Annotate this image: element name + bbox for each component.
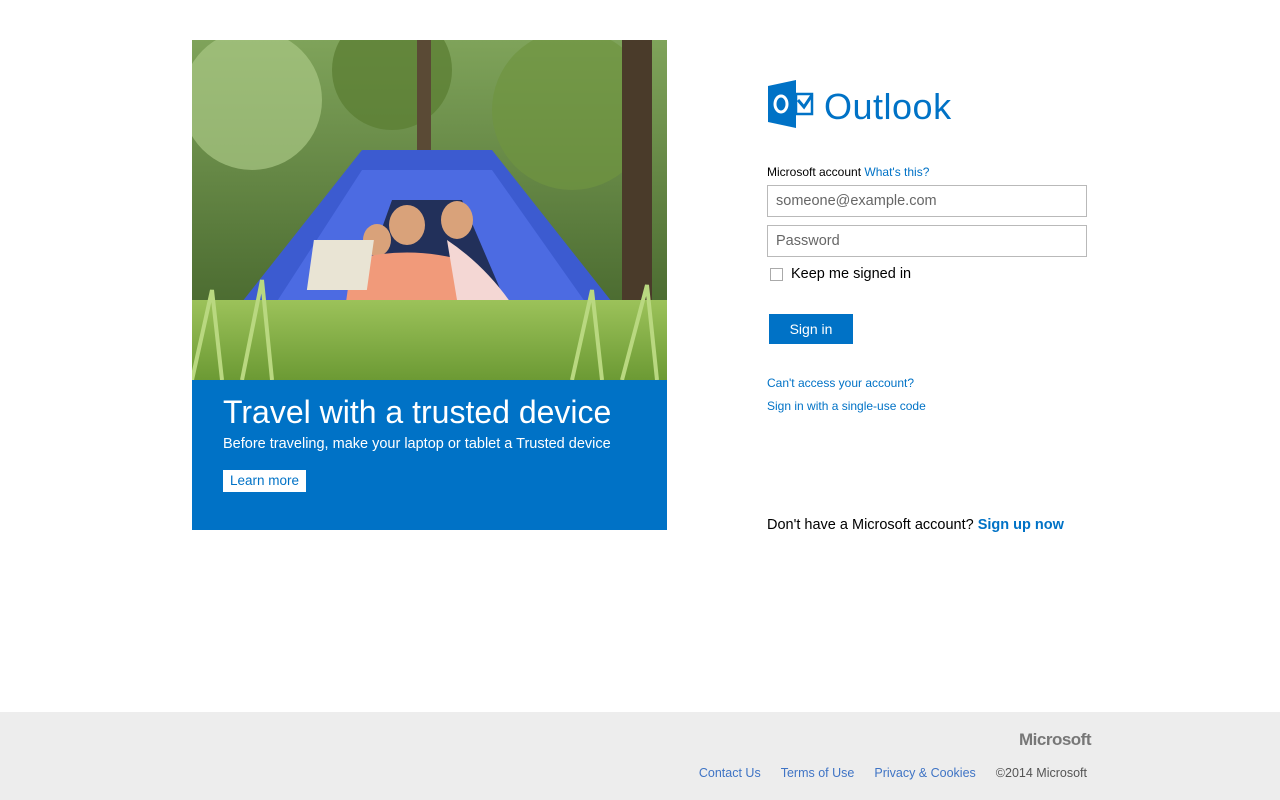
sign-up-link[interactable]: Sign up now <box>978 517 1064 533</box>
terms-of-use-link[interactable]: Terms of Use <box>781 766 855 780</box>
footer-links: Contact Us Terms of Use Privacy & Cookie… <box>699 766 1087 780</box>
keep-signed-in[interactable]: Keep me signed in <box>770 266 911 282</box>
outlook-icon <box>768 80 814 133</box>
email-input[interactable] <box>767 185 1087 217</box>
signup-line: Don't have a Microsoft account? Sign up … <box>767 517 1064 533</box>
logo-text: Outlook <box>824 85 952 127</box>
promo-panel: Travel with a trusted device Before trav… <box>192 40 667 530</box>
footer: Microsoft Contact Us Terms of Use Privac… <box>0 712 1280 800</box>
microsoft-logo: Microsoft <box>1019 730 1092 749</box>
no-account-text: Don't have a Microsoft account? <box>767 517 974 533</box>
promo-title: Travel with a trusted device <box>223 394 612 430</box>
privacy-cookies-link[interactable]: Privacy & Cookies <box>874 766 975 780</box>
whats-this-link[interactable]: What's this? <box>864 165 929 179</box>
password-input[interactable] <box>767 225 1087 257</box>
promo-band: Travel with a trusted device Before trav… <box>192 380 667 530</box>
keep-signed-in-label: Keep me signed in <box>791 266 912 282</box>
outlook-logo: Outlook <box>768 80 952 133</box>
cant-access-link[interactable]: Can't access your account? <box>767 376 914 390</box>
sign-in-button[interactable]: Sign in <box>769 314 853 344</box>
keep-signed-in-checkbox[interactable] <box>770 267 783 281</box>
promo-photo <box>192 40 667 380</box>
account-label-text: Microsoft account <box>767 165 862 179</box>
promo-subtitle: Before traveling, make your laptop or ta… <box>223 436 611 452</box>
single-use-code-link[interactable]: Sign in with a single-use code <box>767 399 926 413</box>
learn-more-button[interactable]: Learn more <box>223 470 307 492</box>
account-label: Microsoft account What's this? <box>767 165 929 179</box>
copyright: ©2014 Microsoft <box>995 766 1087 780</box>
contact-us-link[interactable]: Contact Us <box>699 766 761 780</box>
